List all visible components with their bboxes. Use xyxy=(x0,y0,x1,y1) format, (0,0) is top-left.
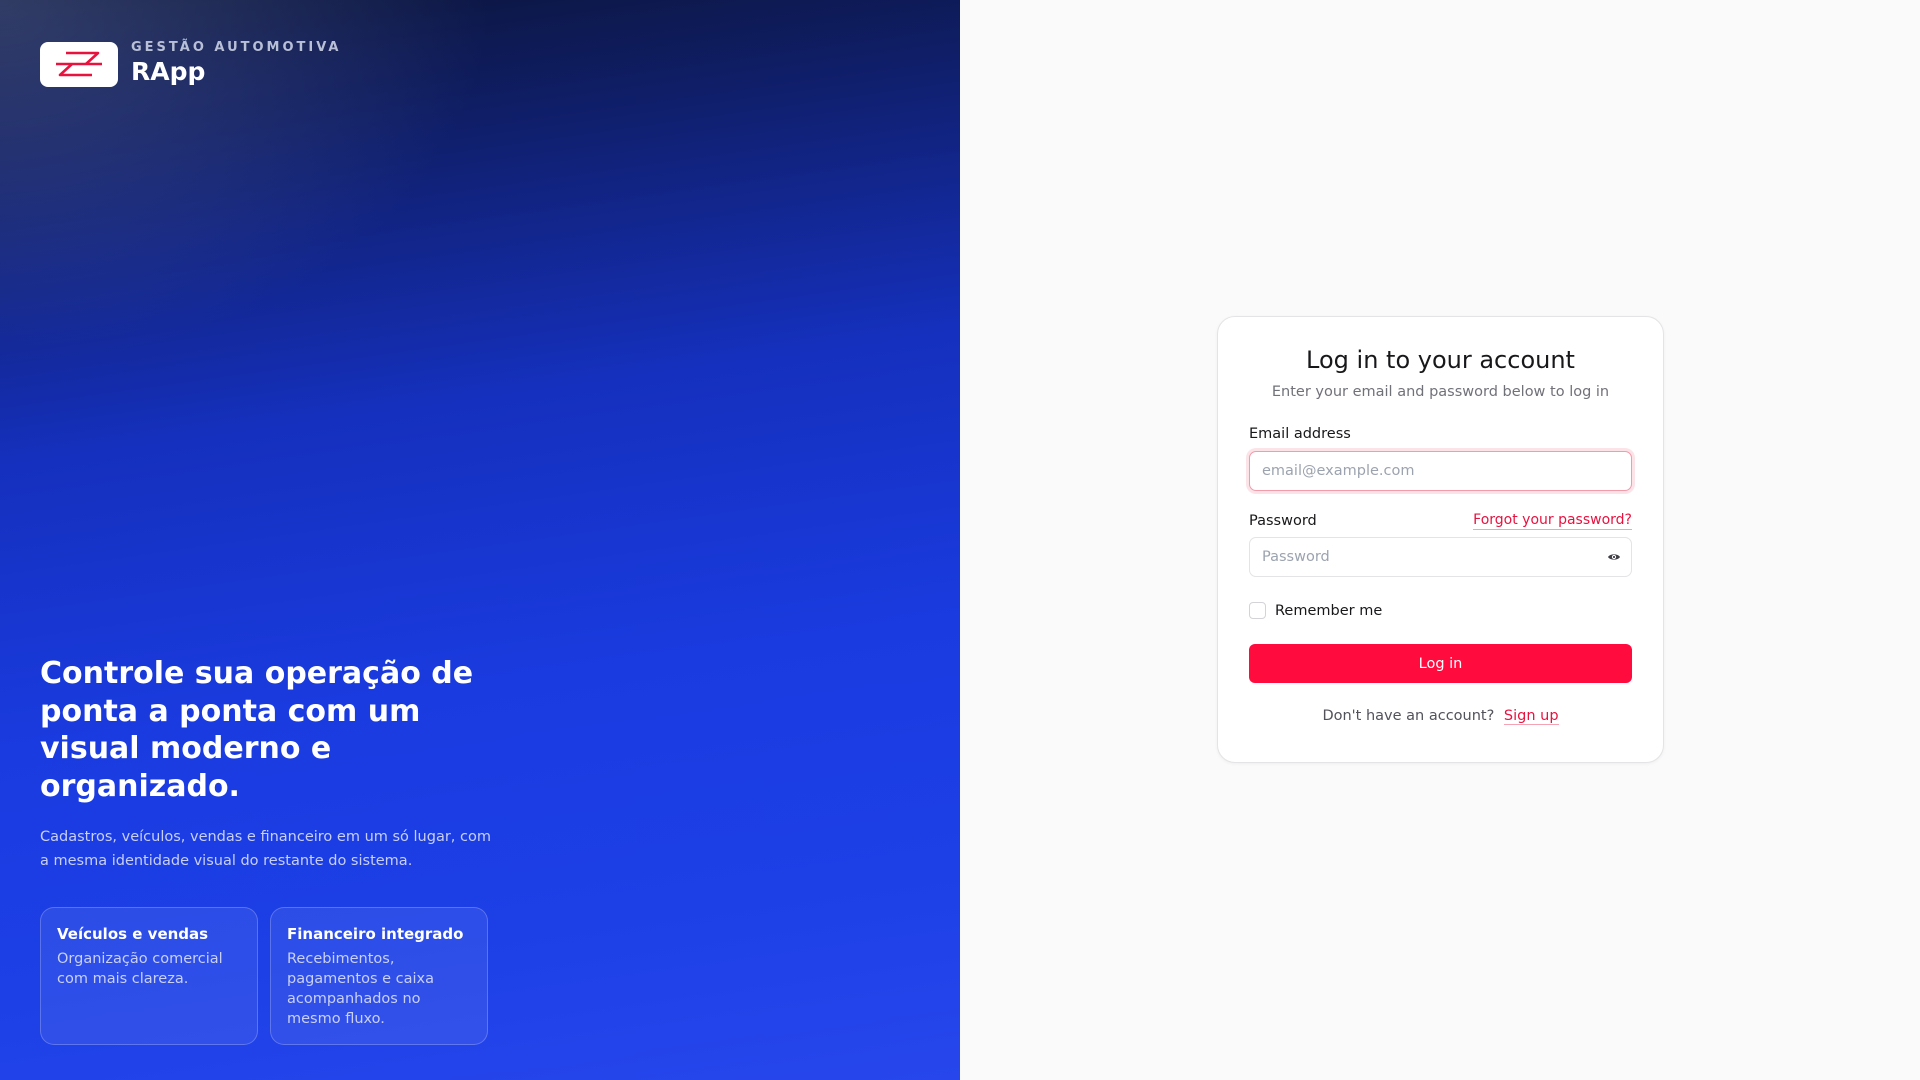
feature-title: Veículos e vendas xyxy=(57,925,209,943)
password-input[interactable] xyxy=(1249,537,1632,577)
brand-name: RApp xyxy=(131,57,206,86)
hero-subheading: Cadastros, veículos, vendas e financeiro… xyxy=(40,829,491,869)
forgot-password-link[interactable]: Forgot your password? xyxy=(1473,512,1632,530)
feature-card-integrated-finance: Financeiro integrado Recebimentos, pagam… xyxy=(270,907,488,1045)
feature-description: Organização comercial com mais clareza. xyxy=(57,951,223,987)
email-label: Email address xyxy=(1249,426,1351,442)
signup-row: Don't have an account? Sign up xyxy=(1249,708,1632,725)
email-field-group: Email address xyxy=(1249,425,1632,491)
login-subtitle: Enter your email and password below to l… xyxy=(1271,384,1610,400)
page: GESTÃO AUTOMOTIVA RApp Controle sua oper… xyxy=(0,0,1920,1080)
login-title: Log in to your account xyxy=(1306,346,1575,374)
login-panel: Log in to your account Enter your email … xyxy=(960,0,1920,1080)
hero-panel: GESTÃO AUTOMOTIVA RApp Controle sua oper… xyxy=(0,0,960,1080)
brand: GESTÃO AUTOMOTIVA RApp xyxy=(40,40,341,88)
hero-content: Controle sua operação de ponta a ponta c… xyxy=(40,655,500,1045)
signup-prompt: Don't have an account? xyxy=(1322,708,1495,724)
signup-link[interactable]: Sign up xyxy=(1503,708,1559,725)
brand-text: GESTÃO AUTOMOTIVA RApp xyxy=(131,40,341,88)
eye-icon xyxy=(1608,554,1620,560)
remember-me-label[interactable]: Remember me xyxy=(1275,603,1382,619)
feature-cards: Veículos e vendas Organização comercial … xyxy=(40,907,500,1045)
remember-me-row: Remember me xyxy=(1249,602,1632,619)
email-input[interactable] xyxy=(1249,451,1632,491)
rapp-logo-icon xyxy=(40,41,118,87)
password-label: Password xyxy=(1249,513,1317,529)
login-button[interactable]: Log in xyxy=(1249,644,1632,683)
show-password-eye-icon[interactable] xyxy=(1607,550,1621,564)
password-field-group: Password Forgot your password? xyxy=(1249,512,1632,577)
hero-heading: Controle sua operação de ponta a ponta c… xyxy=(40,656,474,804)
feature-title: Financeiro integrado xyxy=(287,925,464,943)
logo-mark xyxy=(56,51,102,77)
password-header: Password Forgot your password? xyxy=(1249,512,1632,530)
feature-card-vehicles-sales: Veículos e vendas Organização comercial … xyxy=(40,907,258,1045)
password-input-wrap xyxy=(1249,537,1632,577)
remember-me-checkbox[interactable] xyxy=(1249,602,1266,619)
brand-eyebrow: GESTÃO AUTOMOTIVA xyxy=(131,40,342,55)
feature-description: Recebimentos, pagamentos e caixa acompan… xyxy=(287,951,435,1027)
login-card: Log in to your account Enter your email … xyxy=(1217,316,1664,763)
